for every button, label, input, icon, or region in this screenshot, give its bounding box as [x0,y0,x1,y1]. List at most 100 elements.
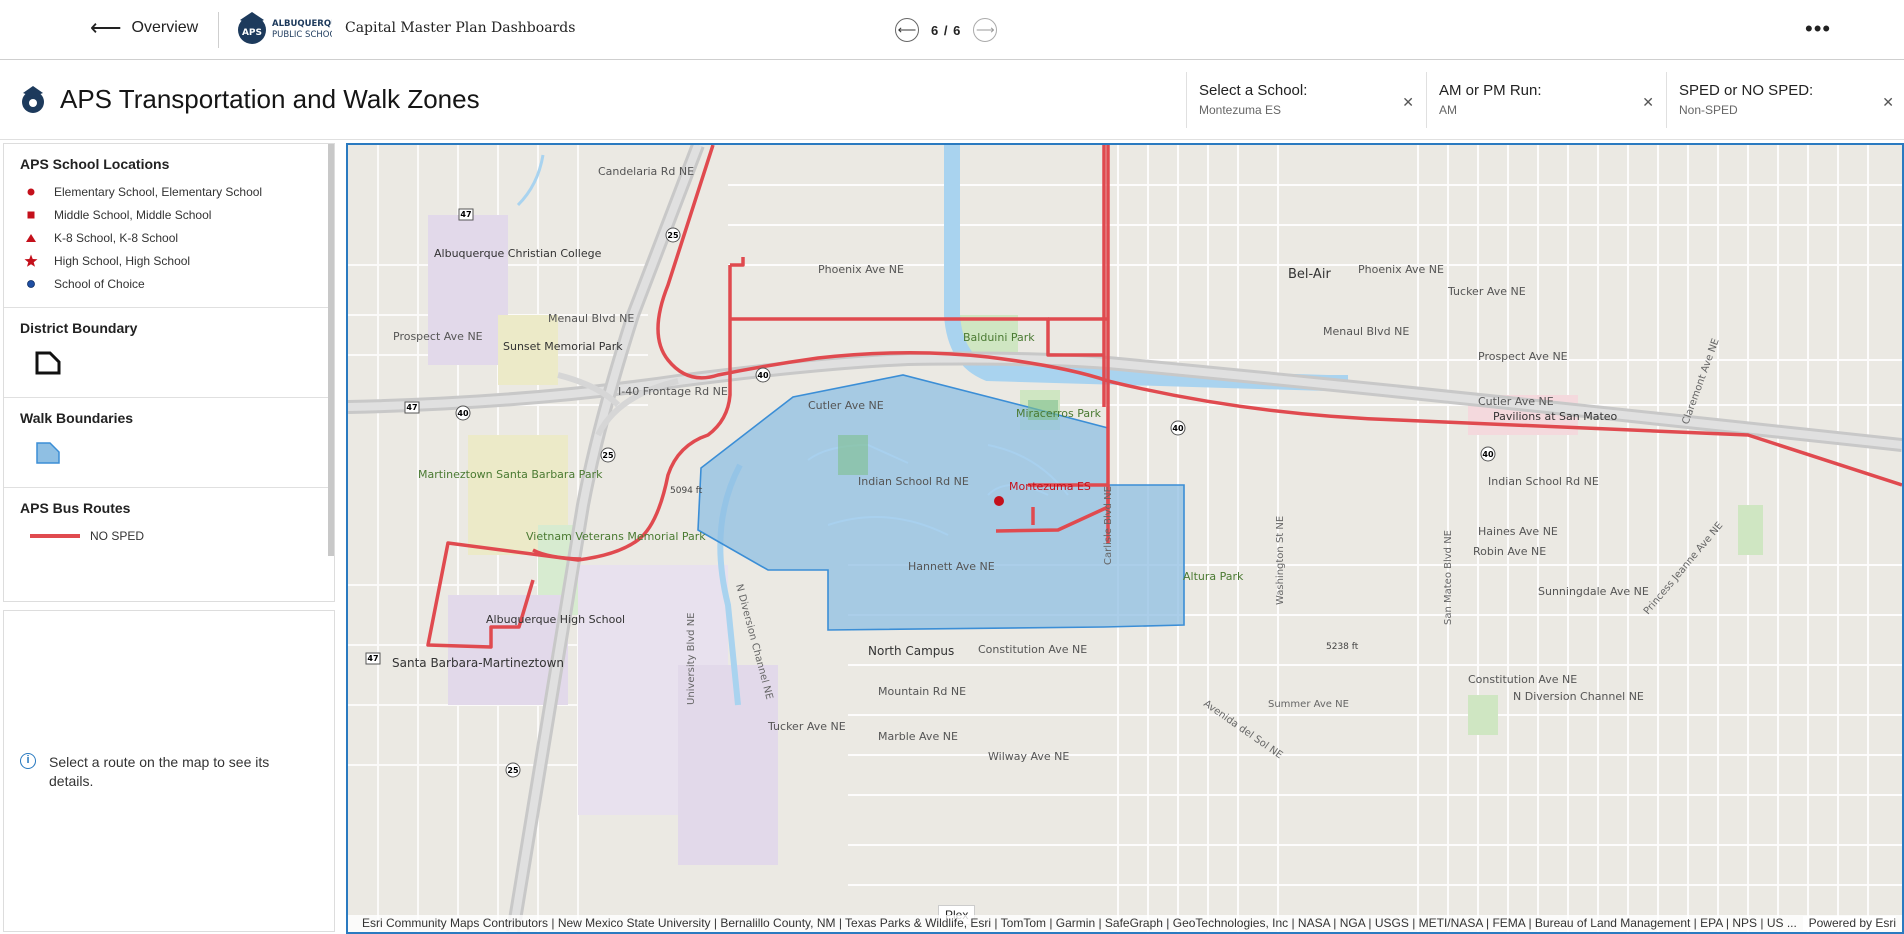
sped-selector[interactable]: SPED or NO SPED: Non-SPED ✕ [1666,72,1904,128]
map-view[interactable]: Montezuma ES Candelaria Rd NE Phoenix Av… [346,143,1904,934]
selector-label: AM or PM Run: [1439,82,1542,99]
arrow-left-icon: ⟵ [90,15,122,40]
selector-value: Non-SPED [1679,103,1738,117]
svg-text:40: 40 [757,371,769,380]
arrow-left-icon: ⟵ [897,22,917,37]
svg-text:Indian School Rd NE: Indian School Rd NE [858,475,969,488]
svg-text:North Campus: North Campus [868,644,954,658]
clear-icon[interactable]: ✕ [1882,94,1894,111]
svg-text:Prospect Ave NE: Prospect Ave NE [1478,350,1568,363]
walk-boundary-swatch-icon [36,442,60,464]
legend-title: APS Bus Routes [20,500,131,516]
svg-text:47: 47 [406,403,417,412]
arrow-right-icon: ⟶ [975,22,995,37]
route-details-panel: i Select a route on the map to see its d… [3,610,335,932]
legend-panel: APS School Locations Elementary School, … [3,143,335,602]
back-label: Overview [131,19,199,36]
more-options-icon[interactable]: ••• [1805,16,1831,42]
next-page-button[interactable]: ⟶ [973,18,998,42]
svg-text:Cutler Ave NE: Cutler Ave NE [808,399,884,412]
svg-text:47: 47 [367,654,378,663]
page-navigator: ⟵ 6 / 6 ⟶ [895,18,998,42]
attribution-text: Esri Community Maps Contributors | New M… [362,916,1797,930]
svg-text:Tucker Ave NE: Tucker Ave NE [1447,285,1526,298]
svg-text:Martineztown Santa Barbara Par: Martineztown Santa Barbara Park [418,468,603,481]
back-to-overview-button[interactable]: ⟵ Overview [90,15,199,40]
page-indicator: 6 / 6 [931,22,962,38]
legend-bus-routes: APS Bus Routes NO SPED [4,488,329,559]
svg-text:25: 25 [667,231,679,240]
svg-text:Phoenix Ave NE: Phoenix Ave NE [818,263,904,276]
svg-text:Phoenix Ave NE: Phoenix Ave NE [1358,263,1444,276]
svg-text:Bel-Air: Bel-Air [1288,267,1331,282]
svg-text:5094 ft: 5094 ft [670,486,703,496]
am-pm-selector[interactable]: AM or PM Run: AM ✕ [1426,72,1664,128]
top-bar: ⟵ Overview APS ALBUQUERQUE PUBLIC SCHOOL… [0,0,1904,60]
divider [218,12,219,48]
svg-text:Robin Ave NE: Robin Ave NE [1473,545,1546,558]
legend-item: Elementary School, Elementary School [20,180,313,203]
svg-text:Hannett Ave NE: Hannett Ave NE [908,560,995,573]
svg-text:Pavilions at San Mateo: Pavilions at San Mateo [1493,410,1618,423]
svg-text:Menaul Blvd NE: Menaul Blvd NE [1323,325,1409,338]
legend-title: Walk Boundaries [20,410,134,426]
svg-text:San Mateo Blvd NE: San Mateo Blvd NE [1443,530,1454,625]
legend-item: Middle School, Middle School [20,203,313,226]
scrollbar[interactable] [328,144,334,556]
svg-text:25: 25 [507,766,519,775]
basemap[interactable]: Montezuma ES Candelaria Rd NE Phoenix Av… [348,145,1902,932]
legend-label: Middle School, Middle School [54,207,212,222]
svg-text:Haines Ave NE: Haines Ave NE [1478,525,1558,538]
selector-label: SPED or NO SPED: [1679,82,1814,99]
selector-value: Montezuma ES [1199,103,1282,117]
svg-text:Prospect Ave NE: Prospect Ave NE [393,330,483,343]
previous-page-button[interactable]: ⟵ [895,18,919,42]
svg-text:Summer Ave NE: Summer Ave NE [1268,699,1349,710]
svg-text:Indian School Rd NE: Indian School Rd NE [1488,475,1599,488]
aps-logo: APS ALBUQUERQUE PUBLIC SCHOOLS [238,12,332,44]
legend-label: Elementary School, Elementary School [54,184,263,199]
clear-icon[interactable]: ✕ [1402,94,1414,111]
dashboard-header: APS Transportation and Walk Zones Select… [0,62,1904,140]
svg-text:5238 ft: 5238 ft [1326,642,1359,652]
svg-text:ALBUQUERQUE: ALBUQUERQUE [272,19,332,29]
legend-item: School of Choice [20,272,313,295]
dashboard-title: Capital Master Plan Dashboards [345,20,576,36]
svg-text:Candelaria Rd NE: Candelaria Rd NE [598,165,694,178]
svg-text:Sunningdale Ave NE: Sunningdale Ave NE [1538,585,1649,598]
aps-mascot-icon [22,86,44,113]
svg-text:Albuquerque Christian College: Albuquerque Christian College [434,247,602,260]
red-circle-icon [20,187,42,197]
map-attribution: Esri Community Maps Contributors | New M… [348,915,1902,932]
svg-text:University Blvd NE: University Blvd NE [686,612,697,705]
svg-text:40: 40 [1482,450,1494,459]
red-square-icon [20,210,42,220]
legend-school-locations: APS School Locations Elementary School, … [4,144,329,308]
legend-label: School of Choice [54,276,145,291]
legend-item: High School, High School [20,249,313,272]
selector-label: Select a School: [1199,82,1308,99]
svg-text:Menaul Blvd NE: Menaul Blvd NE [548,312,634,325]
svg-text:Balduini Park: Balduini Park [963,331,1035,344]
svg-text:APS: APS [242,28,262,38]
powered-by-esri[interactable]: Powered by Esri [1802,916,1896,930]
legend-label: K-8 School, K-8 School [54,230,179,245]
info-icon: i [20,753,36,769]
svg-text:Carlisle Blvd NE: Carlisle Blvd NE [1103,486,1114,565]
selector-value: AM [1439,103,1457,117]
route-line-icon [30,533,80,538]
svg-text:Miracerros Park: Miracerros Park [1016,407,1102,420]
legend-title: District Boundary [20,320,138,336]
legend-item: NO SPED [20,524,313,547]
legend-title: APS School Locations [20,156,170,172]
svg-text:40: 40 [1172,424,1184,433]
svg-text:Vietnam Veterans Memorial Park: Vietnam Veterans Memorial Park [526,530,706,543]
legend-item: K-8 School, K-8 School [20,226,313,249]
svg-text:47: 47 [460,210,471,219]
school-selector[interactable]: Select a School: Montezuma ES ✕ [1186,72,1424,128]
svg-text:N Diversion Channel NE: N Diversion Channel NE [1513,690,1644,703]
svg-text:Marble Ave NE: Marble Ave NE [878,730,958,743]
svg-text:Sunset Memorial Park: Sunset Memorial Park [503,340,623,353]
clear-icon[interactable]: ✕ [1642,94,1654,111]
svg-text:Wilway Ave NE: Wilway Ave NE [988,750,1069,763]
